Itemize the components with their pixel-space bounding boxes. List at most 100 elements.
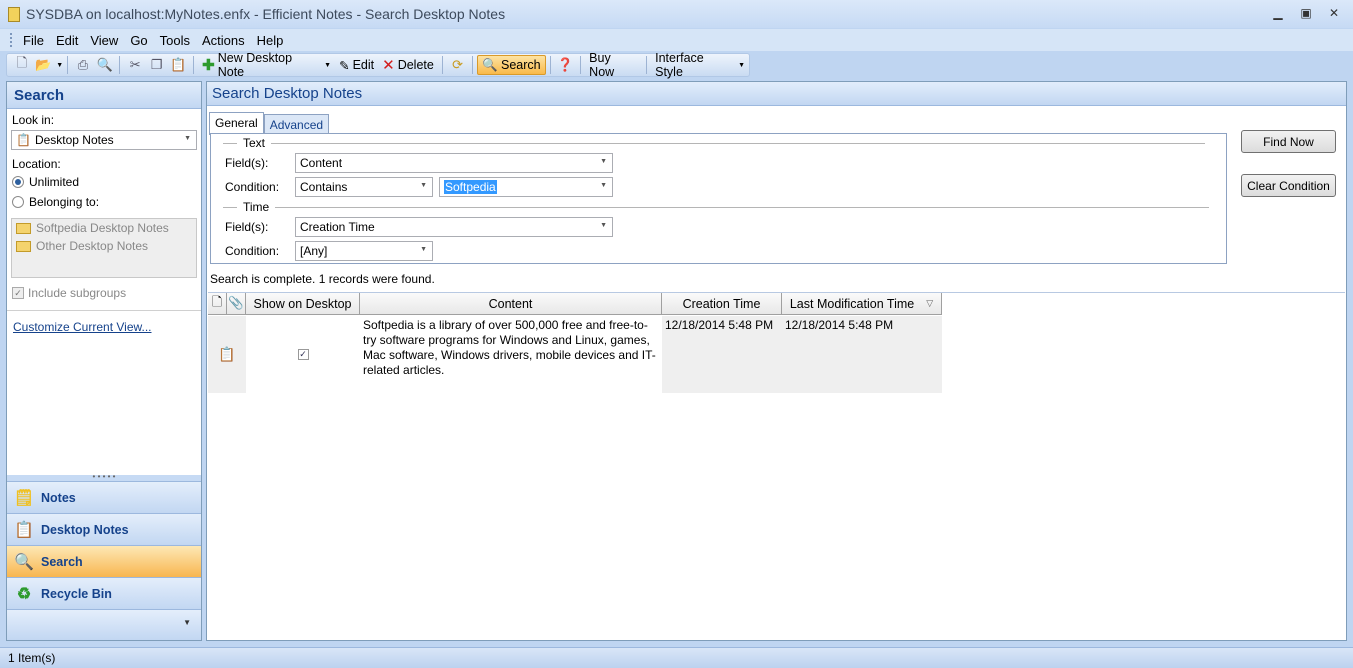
- app-icon: [8, 6, 20, 22]
- show-on-desktop-cell[interactable]: ✓: [246, 316, 360, 393]
- close-button[interactable]: ✕: [1323, 4, 1345, 22]
- last-modification-time-cell[interactable]: 12/18/2014 5:48 PM: [782, 316, 942, 393]
- look-in-select[interactable]: 📋 Desktop Notes ▼: [11, 130, 197, 150]
- chevron-down-icon: ▼: [324, 61, 332, 69]
- open-dropdown-icon[interactable]: ▼: [56, 62, 63, 69]
- list-item[interactable]: Softpedia Desktop Notes: [12, 219, 196, 237]
- search-panel: Search Desktop Notes General Advanced Te…: [206, 81, 1347, 641]
- sticky-note-icon: 🗒: [13, 489, 35, 507]
- menu-file[interactable]: File: [17, 33, 50, 48]
- find-now-button[interactable]: Find Now: [1241, 130, 1336, 153]
- sort-descending-icon: ▽: [926, 298, 934, 308]
- column-header-creation-time[interactable]: Creation Time: [662, 293, 782, 315]
- chevron-down-icon: ▼: [600, 158, 607, 165]
- desktop-notes-icon: 📋: [16, 133, 31, 147]
- column-header-last-modification-time[interactable]: Last Modification Time ▽: [782, 293, 942, 315]
- radio-unlimited[interactable]: Unlimited: [12, 175, 79, 189]
- column-header-show-on-desktop[interactable]: Show on Desktop: [246, 293, 360, 315]
- menu-grip[interactable]: [10, 33, 13, 47]
- delete-button[interactable]: ✕ Delete: [378, 55, 438, 75]
- delete-label: Delete: [397, 58, 434, 72]
- search-term-input[interactable]: Softpedia ▼: [439, 177, 613, 197]
- checkbox-box: ✓: [12, 287, 24, 299]
- copy-icon[interactable]: ❐: [148, 56, 166, 74]
- include-subgroups-checkbox[interactable]: ✓ Include subgroups: [12, 286, 126, 300]
- clear-condition-button[interactable]: Clear Condition: [1241, 174, 1336, 197]
- item-count: 1 Item(s): [8, 651, 56, 665]
- menu-actions[interactable]: Actions: [196, 33, 251, 48]
- look-in-value: Desktop Notes: [34, 133, 114, 147]
- print-icon[interactable]: ⎙: [74, 56, 92, 74]
- list-item[interactable]: Other Desktop Notes: [12, 237, 196, 255]
- maximize-button[interactable]: ▣: [1295, 4, 1317, 22]
- nav-footer[interactable]: ▼: [7, 609, 201, 640]
- menu-tools[interactable]: Tools: [154, 33, 196, 48]
- column-header-attachment[interactable]: 📎: [227, 293, 246, 315]
- time-condition-select[interactable]: [Any] ▼: [295, 241, 433, 261]
- menu-go[interactable]: Go: [124, 33, 153, 48]
- nav-recycle-bin-label: Recycle Bin: [41, 586, 112, 601]
- content-cell[interactable]: Softpedia is a library of over 500,000 f…: [360, 316, 662, 393]
- search-button[interactable]: 🔍 Search: [477, 55, 546, 75]
- new-desktop-note-label: New Desktop Note: [217, 51, 293, 79]
- nav-notes[interactable]: 🗒 Notes: [7, 481, 201, 513]
- nav-desktop-notes[interactable]: 📋 Desktop Notes: [7, 513, 201, 545]
- help-icon[interactable]: ❓: [557, 56, 575, 74]
- edit-pencil-icon: ✎: [339, 58, 350, 73]
- text-fields-label: Field(s):: [225, 156, 269, 170]
- nav-notes-label: Notes: [41, 490, 76, 505]
- time-fields-select[interactable]: Creation Time ▼: [295, 217, 613, 237]
- group-list: Softpedia Desktop Notes Other Desktop No…: [11, 218, 197, 278]
- panel-title: Search Desktop Notes: [207, 82, 1346, 106]
- tab-advanced[interactable]: Advanced: [263, 114, 330, 135]
- time-fields-value: Creation Time: [300, 220, 375, 234]
- window-title: SYSDBA on localhost:MyNotes.enfx - Effic…: [26, 6, 506, 22]
- interface-style-label: Interface Style: [655, 51, 704, 79]
- print-preview-icon[interactable]: 🔍: [96, 56, 114, 74]
- edit-button[interactable]: ✎ Edit: [335, 55, 378, 75]
- creation-time-cell[interactable]: 12/18/2014 5:48 PM: [662, 316, 782, 393]
- column-header-content[interactable]: Content: [360, 293, 662, 315]
- toolbar-separator: [580, 56, 582, 74]
- delete-x-icon: ✕: [382, 57, 395, 74]
- menu-help[interactable]: Help: [251, 33, 290, 48]
- group-line: [223, 206, 237, 208]
- toolbar-separator: [549, 56, 551, 74]
- show-on-desktop-checkbox[interactable]: ✓: [297, 349, 309, 360]
- tab-strip: General Advanced: [209, 112, 330, 135]
- text-fields-select[interactable]: Content ▼: [295, 153, 613, 173]
- folder-icon: [16, 222, 31, 234]
- text-group: Text: [223, 136, 1206, 150]
- new-document-icon[interactable]: 🗋: [13, 55, 31, 74]
- open-folder-icon[interactable]: 📂: [35, 56, 53, 74]
- radio-unlimited-label: Unlimited: [29, 175, 80, 189]
- column-header-type[interactable]: 🗋: [208, 293, 227, 315]
- paste-icon[interactable]: 📋: [170, 56, 188, 74]
- search-label: Search: [500, 58, 541, 72]
- search-status-message: Search is complete. 1 records were found…: [210, 272, 435, 286]
- text-condition-select[interactable]: Contains ▼: [295, 177, 433, 197]
- time-fields-label: Field(s):: [225, 220, 269, 234]
- buy-now-button[interactable]: Buy Now: [585, 51, 642, 79]
- interface-style-button[interactable]: Interface Style ▼: [651, 51, 749, 79]
- magnifier-icon: 🔍: [14, 553, 34, 571]
- minimize-button[interactable]: ▁: [1267, 4, 1289, 22]
- radio-belonging-label: Belonging to:: [29, 195, 100, 209]
- new-desktop-note-button[interactable]: ✚ New Desktop Note ▼: [198, 51, 335, 79]
- nav-search[interactable]: 🔍 Search: [7, 545, 201, 577]
- chevron-down-icon: ▼: [600, 182, 607, 189]
- menu-view[interactable]: View: [84, 33, 124, 48]
- tab-general[interactable]: General: [209, 112, 264, 135]
- radio-belonging-to[interactable]: Belonging to:: [12, 195, 99, 209]
- window-controls: ▁ ▣ ✕: [1267, 4, 1345, 22]
- menu-edit[interactable]: Edit: [50, 33, 84, 48]
- table-row-icon-cell[interactable]: 📋: [208, 316, 246, 393]
- column-header-label: Last Modification Time: [789, 296, 915, 311]
- text-fields-value: Content: [300, 156, 343, 170]
- cut-icon[interactable]: ✂: [126, 56, 144, 74]
- group-line: [271, 142, 1206, 144]
- customize-view-link[interactable]: Customize Current View...: [13, 320, 152, 334]
- nav-recycle-bin[interactable]: ♻ Recycle Bin: [7, 577, 201, 609]
- refresh-icon[interactable]: ⟳: [449, 56, 467, 74]
- buy-now-label: Buy Now: [589, 51, 615, 79]
